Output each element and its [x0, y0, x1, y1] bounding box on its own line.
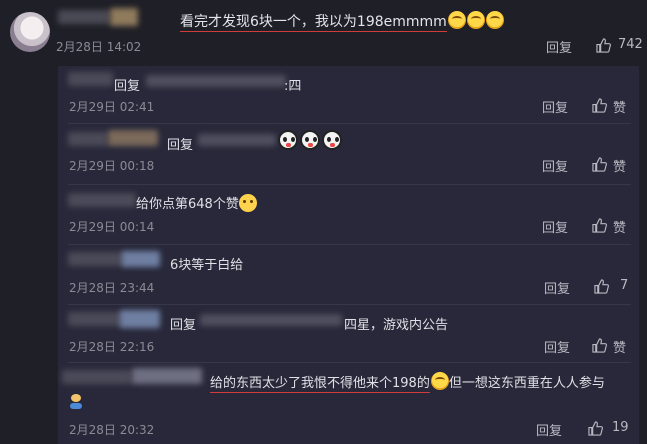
divider — [68, 362, 631, 363]
reply-button[interactable]: 回复 — [542, 156, 568, 175]
panda-face-emoji-icon — [278, 130, 298, 150]
main-comment-body: 看完才发现6块一个，我以为198emmmm — [180, 14, 447, 32]
like-thumb-icon[interactable] — [588, 421, 603, 436]
reply-icons — [278, 130, 344, 150]
reply-button[interactable]: 回复 — [536, 420, 562, 439]
timestamp: 2月29日 00:14 — [69, 220, 155, 234]
like-thumb-icon[interactable] — [592, 98, 607, 113]
username-redacted — [120, 310, 160, 328]
reply-item: 给的东西太少了我恨不得他来个198的 但一想这东西重在人人参与 2月28日 20:… — [58, 364, 639, 444]
mention-redacted — [146, 75, 286, 87]
divider — [68, 304, 631, 305]
doge-emoji-icon — [238, 194, 257, 212]
main-comment-text: 看完才发现6块一个，我以为198emmmm — [180, 11, 504, 32]
timestamp: 2月28日 22:16 — [69, 340, 155, 354]
reply-item: 给你点第648个赞 2月29日 00:14 回复 赞 — [58, 185, 639, 245]
reply-item: 回复 2月29日 00:18 回复 赞 — [58, 124, 639, 184]
reply-prefix: 回复 — [170, 318, 197, 333]
timestamp: 2月28日 20:32 — [69, 423, 155, 437]
timestamp: 2月28日 14:02 — [56, 40, 142, 54]
like-count: 19 — [612, 420, 629, 435]
reply-thread: 回复 :四 2月29日 02:41 回复 赞 回复 2月29日 00:18 回复… — [58, 66, 639, 444]
reply-prefix: 回复 — [167, 138, 194, 153]
username-redacted — [68, 193, 136, 207]
reply-item: 回复 :四 2月29日 02:41 回复 赞 — [58, 66, 639, 122]
reply-button[interactable]: 回复 — [544, 278, 570, 297]
avatar-sticker-icon — [70, 394, 82, 409]
divider — [68, 244, 631, 245]
reply-text: :四 — [284, 79, 302, 94]
username-redacted — [68, 252, 126, 266]
username-redacted — [68, 72, 113, 86]
reply-item: 回复 四星，游戏内公告 2月28日 22:16 回复 赞 — [58, 306, 639, 366]
main-comment: 看完才发现6块一个，我以为198emmmm 2月28日 14:02 回复 742 — [0, 0, 647, 64]
reply-text: 给的东西太少了我恨不得他来个198的 但一想这东西重在人人参与 — [210, 372, 605, 393]
reply-text: 四星，游戏内公告 — [344, 318, 449, 333]
like-thumb-icon[interactable] — [592, 157, 607, 172]
like-thumb-icon[interactable] — [592, 338, 607, 353]
reply-text: 6块等于白给 — [170, 258, 244, 273]
username-redacted — [68, 312, 124, 326]
username-redacted — [68, 132, 108, 146]
laughing-tears-emoji-icon — [485, 11, 504, 29]
timestamp: 2月29日 02:41 — [69, 100, 155, 114]
reply-item: 6块等于白给 2月28日 23:44 回复 7 — [58, 246, 639, 306]
like-label[interactable]: 赞 — [613, 217, 626, 236]
username-redacted — [132, 368, 202, 384]
avatar[interactable] — [10, 12, 50, 52]
laughing-tears-emoji-icon — [466, 11, 485, 29]
laughing-tears-emoji-icon — [430, 372, 449, 390]
reply-body: 给你点第648个赞 — [136, 197, 239, 212]
like-label[interactable]: 赞 — [613, 337, 626, 356]
reply-button[interactable]: 回复 — [544, 337, 570, 356]
reply-button[interactable]: 回复 — [546, 37, 572, 56]
mention-redacted — [198, 134, 276, 146]
timestamp: 2月29日 00:18 — [69, 159, 155, 173]
panda-face-emoji-icon — [322, 130, 342, 150]
reply-body: 但一想这东西重在人人参与 — [448, 376, 605, 391]
laughing-tears-emoji-icon — [447, 11, 466, 29]
reply-text: 给你点第648个赞 — [136, 193, 257, 212]
reply-button[interactable]: 回复 — [542, 97, 568, 116]
like-thumb-icon[interactable] — [596, 38, 611, 53]
username-redacted — [122, 251, 160, 267]
reply-body-underlined: 给的东西太少了我恨不得他来个198的 — [210, 376, 430, 393]
like-label[interactable]: 赞 — [613, 156, 626, 175]
like-count: 7 — [620, 278, 629, 293]
like-thumb-icon[interactable] — [594, 279, 609, 294]
reply-prefix: 回复 — [114, 79, 141, 94]
username-redacted — [58, 10, 110, 24]
timestamp: 2月28日 23:44 — [69, 281, 155, 295]
username-redacted — [62, 370, 132, 384]
like-count: 742 — [618, 37, 643, 52]
username-redacted — [108, 130, 158, 146]
like-thumb-icon[interactable] — [592, 218, 607, 233]
panda-face-emoji-icon — [300, 130, 320, 150]
like-label[interactable]: 赞 — [613, 97, 626, 116]
reply-button[interactable]: 回复 — [542, 217, 568, 236]
mention-redacted — [200, 314, 342, 326]
username-redacted — [110, 8, 138, 26]
